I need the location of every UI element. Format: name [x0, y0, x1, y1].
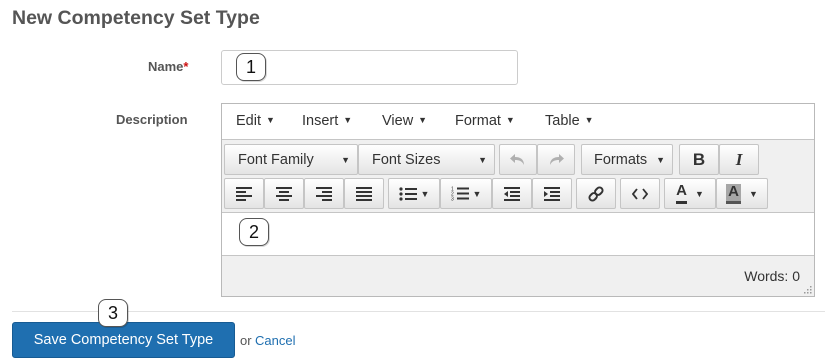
font-family-label: Font Family	[238, 151, 314, 168]
font-family-select[interactable]: Font Family ▼	[224, 144, 358, 175]
numbered-list-button[interactable]: 123 ▼	[440, 178, 492, 209]
code-button[interactable]	[620, 178, 660, 209]
link-button[interactable]	[576, 178, 616, 209]
annotation-badge-3: 3	[98, 299, 128, 327]
menu-view[interactable]: View ▼	[382, 113, 427, 129]
background-color-button[interactable]: A ▼	[716, 178, 768, 209]
menu-table-label: Table	[545, 113, 580, 129]
formats-label: Formats	[594, 151, 648, 168]
undo-button[interactable]	[499, 144, 537, 175]
menu-insert[interactable]: Insert ▼	[302, 113, 352, 129]
link-icon	[588, 185, 604, 202]
font-sizes-label: Font Sizes	[372, 151, 441, 168]
italic-button[interactable]: I	[719, 144, 759, 175]
numbered-list-icon: 123	[451, 187, 469, 202]
align-center-icon	[276, 186, 292, 201]
align-left-button[interactable]	[224, 178, 264, 209]
text-color-icon: A	[676, 183, 687, 204]
bullet-list-button[interactable]: ▼	[388, 178, 440, 209]
editor-content-area[interactable]	[222, 212, 814, 256]
chevron-down-icon: ▼	[656, 154, 665, 165]
save-button[interactable]: Save Competency Set Type	[12, 322, 235, 358]
text-color-button[interactable]: A ▼	[664, 178, 716, 209]
italic-icon: I	[735, 149, 743, 169]
chevron-down-icon: ▼	[343, 115, 353, 125]
menu-format[interactable]: Format ▼	[455, 113, 515, 129]
word-count: Words: 0	[744, 268, 800, 284]
bullet-list-icon	[398, 186, 417, 201]
align-justify-icon	[356, 186, 372, 201]
align-left-icon	[236, 186, 252, 201]
annotation-badge-1: 1	[236, 53, 266, 81]
align-right-icon	[316, 186, 332, 201]
menu-view-label: View	[382, 113, 414, 129]
name-label: Name*	[148, 59, 188, 74]
align-justify-button[interactable]	[344, 178, 384, 209]
resize-handle-icon[interactable]	[803, 285, 812, 294]
chevron-down-icon: ▼	[418, 115, 428, 125]
editor-menubar: Edit ▼ Insert ▼ View ▼ Format ▼ Table ▼	[222, 104, 814, 140]
menu-edit[interactable]: Edit ▼	[236, 113, 275, 129]
chevron-down-icon: ▼	[748, 188, 758, 199]
chevron-down-icon: ▼	[266, 115, 275, 125]
chevron-down-icon: ▼	[694, 188, 704, 199]
form-divider	[12, 311, 825, 312]
chevron-down-icon: ▼	[420, 188, 430, 199]
code-icon	[632, 187, 648, 200]
align-right-button[interactable]	[304, 178, 344, 209]
menu-table[interactable]: Table ▼	[545, 113, 594, 129]
formats-select[interactable]: Formats ▼	[581, 144, 673, 175]
background-color-icon: A	[726, 183, 741, 204]
chevron-down-icon: ▼	[472, 188, 482, 199]
annotation-badge-2: 2	[239, 218, 269, 246]
name-label-text: Name	[148, 59, 184, 74]
font-sizes-select[interactable]: Font Sizes ▼	[358, 144, 495, 175]
rich-text-editor: Edit ▼ Insert ▼ View ▼ Format ▼ Table ▼ Font …	[221, 103, 815, 297]
outdent-button[interactable]	[492, 178, 532, 209]
chevron-down-icon: ▼	[478, 154, 487, 165]
bold-icon: B	[692, 149, 706, 169]
menu-edit-label: Edit	[236, 113, 261, 129]
cancel-link[interactable]: Cancel	[255, 333, 295, 348]
menu-format-label: Format	[455, 113, 501, 129]
indent-icon	[544, 186, 560, 201]
undo-icon	[510, 153, 524, 165]
chevron-down-icon: ▼	[341, 154, 350, 165]
indent-button[interactable]	[532, 178, 572, 209]
chevron-down-icon: ▼	[584, 115, 594, 125]
chevron-down-icon: ▼	[505, 115, 515, 125]
required-marker: *	[183, 59, 189, 74]
redo-icon	[550, 153, 564, 165]
description-label: Description	[116, 112, 188, 127]
redo-button[interactable]	[537, 144, 575, 175]
svg-text:3: 3	[451, 197, 454, 202]
align-center-button[interactable]	[264, 178, 304, 209]
page-title: New Competency Set Type	[12, 7, 260, 29]
bold-button[interactable]: B	[679, 144, 719, 175]
menu-insert-label: Insert	[302, 113, 339, 129]
outdent-icon	[504, 186, 520, 201]
or-text: or	[240, 333, 252, 348]
